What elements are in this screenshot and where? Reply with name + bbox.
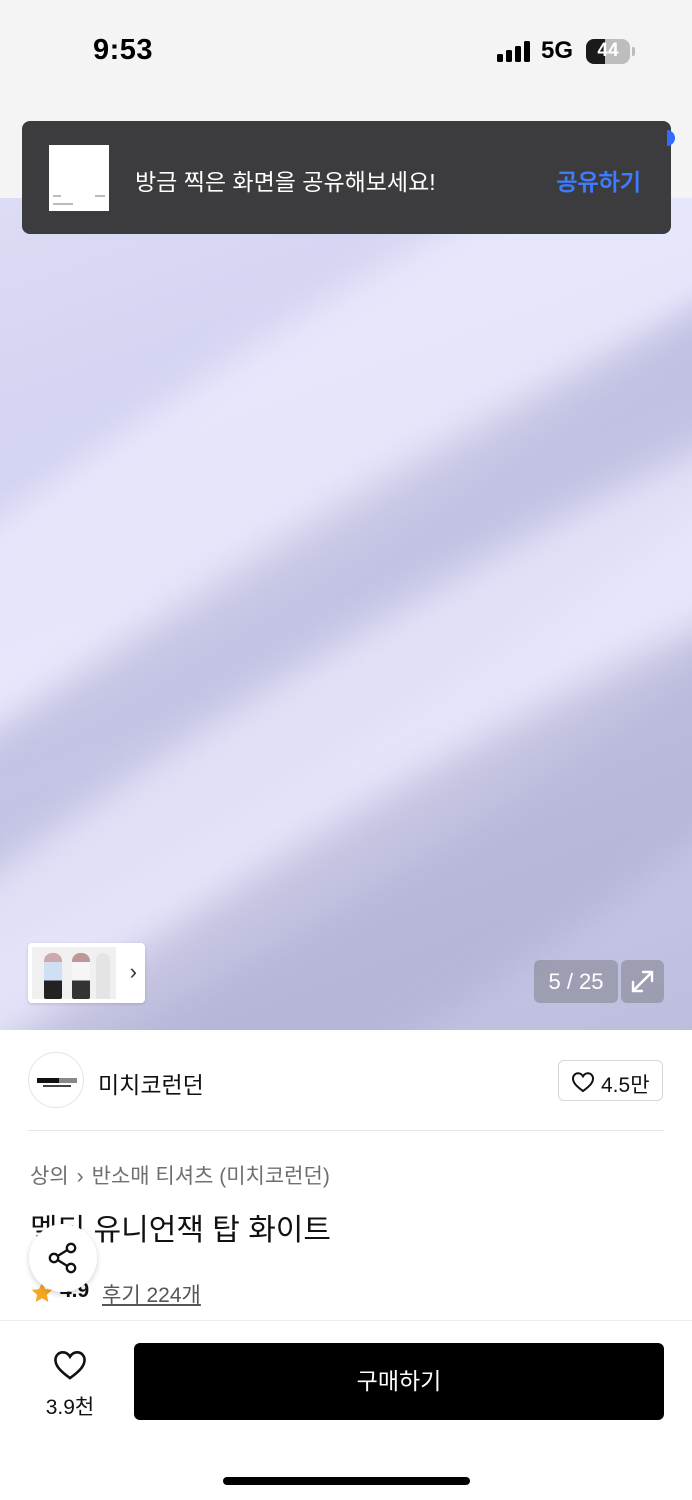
battery-icon: 44	[586, 39, 630, 64]
wishlist-button[interactable]: 3.9천	[28, 1343, 112, 1423]
review-link[interactable]: 후기 224개	[102, 1279, 201, 1309]
bottom-action-bar: 3.9천 구매하기	[0, 1320, 692, 1500]
divider	[28, 1130, 664, 1131]
heart-icon	[571, 1072, 595, 1093]
brand-like-count: 4.5만	[601, 1074, 650, 1097]
battery-percent: 44	[597, 40, 619, 61]
share-toast: 방금 찍은 화면을 공유해보세요! 공유하기	[22, 121, 671, 234]
chevron-right-icon: ›	[76, 1165, 84, 1188]
chevron-right-icon: ›	[129, 959, 137, 984]
battery-tip	[632, 47, 635, 56]
signal-icon	[497, 40, 531, 62]
product-image[interactable]: › 5 / 25	[0, 198, 692, 1030]
expand-button[interactable]	[621, 960, 664, 1003]
screenshot-thumbnail[interactable]	[49, 145, 109, 211]
breadcrumb-category[interactable]: 상의	[30, 1165, 69, 1188]
wishlist-count: 3.9천	[45, 1396, 95, 1419]
breadcrumb: 상의 › 반소매 티셔츠 (미치코런던)	[30, 1160, 330, 1190]
thumbnail-strip-button[interactable]: ›	[28, 943, 145, 1003]
buy-button[interactable]: 구매하기	[134, 1343, 664, 1420]
expand-icon	[631, 970, 654, 993]
brand-name[interactable]: 미치코런던	[98, 1066, 204, 1100]
thumbnail-image	[32, 947, 116, 999]
status-time: 9:53	[93, 34, 154, 66]
home-indicator[interactable]	[223, 1477, 470, 1485]
share-icon	[48, 1242, 77, 1274]
brand-like-button[interactable]: 4.5만	[558, 1060, 663, 1101]
image-counter: 5 / 25	[534, 960, 618, 1003]
breadcrumb-subcategory[interactable]: 반소매 티셔츠 (미치코런던)	[92, 1165, 330, 1188]
share-button[interactable]	[29, 1224, 97, 1292]
network-type: 5G	[541, 37, 574, 64]
brand-logo[interactable]	[28, 1052, 84, 1108]
share-now-button[interactable]: 공유하기	[556, 163, 641, 197]
toast-message: 방금 찍은 화면을 공유해보세요!	[135, 169, 436, 195]
heart-icon	[54, 1351, 86, 1380]
brand-row[interactable]: 미치코런던 4.5만	[0, 1030, 692, 1130]
